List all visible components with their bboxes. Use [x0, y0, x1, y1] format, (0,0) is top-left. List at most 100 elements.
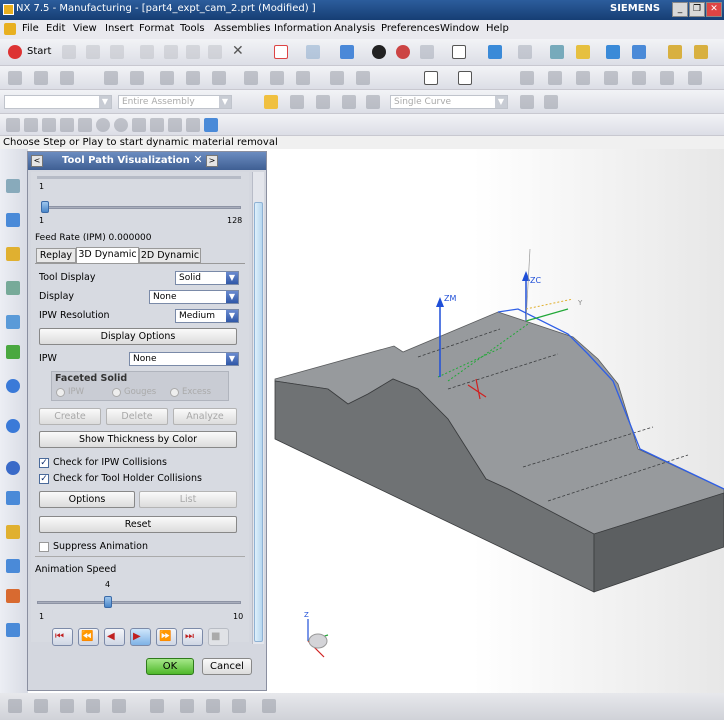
bottom-icon-4[interactable] — [86, 699, 100, 713]
bottom-icon-6[interactable] — [150, 699, 164, 713]
bottom-icon-1[interactable] — [8, 699, 22, 713]
bottom-icon-3[interactable] — [60, 699, 74, 713]
show-thickness-button[interactable]: Show Thickness by Color — [39, 431, 237, 448]
expand-right-icon[interactable]: > — [206, 155, 218, 167]
step-back-button[interactable]: ⏪ — [78, 628, 99, 646]
toolbar2-icon-17[interactable] — [604, 71, 618, 85]
step-forward-button[interactable]: ⏩ — [156, 628, 177, 646]
palette-icon[interactable] — [6, 525, 20, 539]
dialog-close-icon[interactable]: ✕ — [192, 154, 204, 167]
toolbar2-icon-2[interactable] — [34, 71, 48, 85]
snap-icon-5[interactable] — [78, 118, 92, 132]
curve-rule-select[interactable]: Single Curve ▼ — [390, 95, 508, 109]
bottom-icon-5[interactable] — [112, 699, 126, 713]
snap-icon-12[interactable] — [204, 118, 218, 132]
toolbar2-icon-1[interactable] — [8, 71, 22, 85]
cut-icon[interactable] — [164, 45, 178, 59]
snap-icon-11[interactable] — [186, 118, 200, 132]
start-button[interactable]: Start — [27, 46, 51, 57]
paste-icon[interactable] — [208, 45, 222, 59]
snap-icon-2[interactable] — [24, 118, 38, 132]
bottom-icon-9[interactable] — [232, 699, 246, 713]
toolbar3-icon-1[interactable] — [290, 95, 304, 109]
tool-display-select[interactable]: Solid ▼ — [175, 271, 239, 285]
toolbar3-icon-4[interactable] — [366, 95, 380, 109]
snap-icon-9[interactable] — [150, 118, 164, 132]
maximize-button[interactable]: ❐ — [689, 2, 705, 17]
dialog-scrollbar[interactable] — [252, 172, 264, 644]
part-navigator-icon[interactable] — [6, 213, 20, 227]
toolbar2-icon-11[interactable] — [296, 71, 310, 85]
menu-analysis[interactable]: Analysis — [334, 23, 375, 34]
cancel-button[interactable]: Cancel — [202, 658, 252, 675]
snap-icon-4[interactable] — [60, 118, 74, 132]
resource-icon-1[interactable] — [6, 559, 20, 573]
toolbar2-icon-10[interactable] — [270, 71, 284, 85]
menu-assemblies[interactable]: Assemblies — [214, 23, 270, 34]
verify-icon[interactable] — [606, 45, 620, 59]
check-ipw-checkbox[interactable]: ✓ — [39, 458, 49, 468]
render-style-icon[interactable] — [372, 45, 386, 59]
toolbar2-icon-14[interactable] — [520, 71, 534, 85]
undo-icon[interactable] — [140, 45, 154, 59]
excess-radio[interactable] — [170, 388, 179, 397]
resource-icon-2[interactable] — [6, 589, 20, 603]
ipw-radio[interactable] — [56, 388, 65, 397]
operation-navigator-icon[interactable] — [274, 45, 288, 59]
tool-list-icon[interactable] — [694, 45, 708, 59]
toolbar3-icon-3[interactable] — [342, 95, 356, 109]
top-slider-track[interactable] — [41, 206, 241, 209]
snap-icon[interactable] — [264, 95, 278, 109]
collapse-left-icon[interactable]: < — [31, 155, 43, 167]
measure-icon[interactable] — [576, 45, 590, 59]
toolbar2-icon-19[interactable] — [660, 71, 674, 85]
new-icon[interactable] — [62, 45, 76, 59]
toolbar2-icon-12[interactable] — [330, 71, 344, 85]
type-filter-select[interactable]: ▼ — [4, 95, 112, 109]
bottom-icon-7[interactable] — [180, 699, 194, 713]
toolbar2-icon-7[interactable] — [186, 71, 200, 85]
web-browser-icon[interactable] — [6, 315, 20, 329]
reuse-library-icon[interactable] — [6, 247, 20, 261]
clock-icon[interactable] — [6, 461, 20, 475]
snap-icon-7[interactable] — [114, 118, 128, 132]
toolbar2-icon-3[interactable] — [60, 71, 74, 85]
save-icon[interactable] — [110, 45, 124, 59]
menu-insert[interactable]: Insert — [105, 23, 134, 34]
toolbar2-icon-6[interactable] — [160, 71, 174, 85]
snap-icon-10[interactable] — [168, 118, 182, 132]
system-materials-icon[interactable] — [6, 379, 20, 393]
toolbar2-icon-5[interactable] — [130, 71, 144, 85]
toolbar2-icon-15[interactable] — [548, 71, 562, 85]
ipw-resolution-select[interactable]: Medium ▼ — [175, 309, 239, 323]
bottom-icon-10[interactable] — [262, 699, 276, 713]
select-icon[interactable] — [424, 71, 438, 85]
toolbar2-icon-13[interactable] — [356, 71, 370, 85]
toolbar3-icon-5[interactable] — [520, 95, 534, 109]
menu-preferences[interactable]: Preferences — [381, 23, 440, 34]
rewind-to-start-button[interactable]: ⏮ — [52, 628, 73, 646]
graphics-window[interactable]: ZM ZC Y Z — [268, 149, 724, 693]
delete-icon[interactable]: ✕ — [232, 43, 244, 59]
shop-doc-icon[interactable] — [668, 45, 682, 59]
bottom-icon-8[interactable] — [206, 699, 220, 713]
check-holder-checkbox[interactable]: ✓ — [39, 474, 49, 484]
menu-app-icon[interactable] — [4, 23, 16, 35]
assembly-filter-select[interactable]: Entire Assembly ▼ — [118, 95, 232, 109]
animation-speed-thumb[interactable] — [103, 596, 112, 608]
suppress-animation-checkbox[interactable] — [39, 542, 49, 552]
analyze-button[interactable]: Analyze — [173, 408, 237, 425]
minimize-button[interactable]: _ — [672, 2, 688, 17]
toolbar2-icon-9[interactable] — [244, 71, 258, 85]
menu-window[interactable]: Window — [440, 23, 479, 34]
toolbar2-icon-8[interactable] — [212, 71, 226, 85]
menu-help[interactable]: Help — [486, 23, 509, 34]
toolbar2-icon-20[interactable] — [688, 71, 702, 85]
create-button[interactable]: Create — [39, 408, 101, 425]
menu-format[interactable]: Format — [139, 23, 174, 34]
layer-icon[interactable] — [488, 45, 502, 59]
history-icon[interactable] — [6, 345, 20, 359]
toolbar2-icon-16[interactable] — [576, 71, 590, 85]
tab-3d-dynamic[interactable]: 3D Dynamic — [76, 247, 139, 263]
hd3d-icon[interactable] — [6, 281, 20, 295]
